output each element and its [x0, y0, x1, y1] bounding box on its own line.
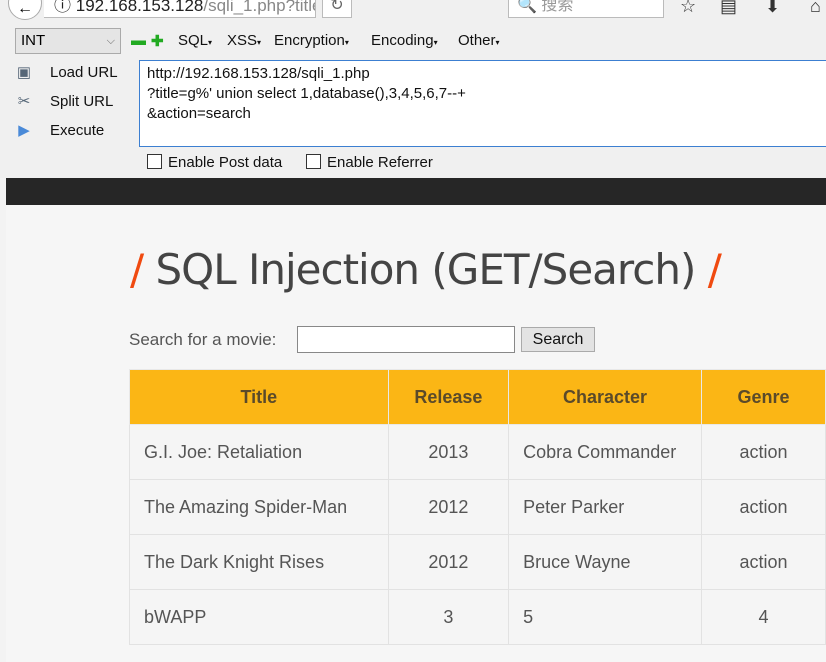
page-title: / SQL Injection (GET/Search) /	[130, 245, 722, 294]
menu-label: Other	[458, 32, 496, 49]
cell-title: The Amazing Spider-Man	[129, 479, 389, 535]
back-button[interactable]: ←	[8, 0, 42, 20]
cell-release: 2012	[387, 534, 510, 590]
browser-toolbar: ← ⓘ 192.168.153.128/sqli_1.php?title=g%%…	[0, 0, 826, 22]
address-path: /sqli_1.php?title=g%%27?	[203, 0, 315, 15]
url-line: &action=search	[147, 105, 251, 122]
menu-encryption[interactable]: Encryption▾	[274, 32, 349, 49]
cell-character: 5	[508, 589, 702, 645]
column-header: Genre	[700, 369, 826, 425]
cell-genre: action	[700, 479, 826, 535]
menu-sql[interactable]: SQL▾	[178, 32, 212, 49]
table-header: Title Release Character Genre	[129, 369, 826, 425]
column-header: Release	[387, 369, 510, 425]
url-line: ?title=g%' union select 1,database(),3,4…	[147, 85, 466, 102]
page-content: / SQL Injection (GET/Search) / Search fo…	[6, 205, 826, 662]
scissors-icon: ✂	[17, 93, 31, 110]
cell-title: bWAPP	[129, 589, 389, 645]
menu-label: SQL	[178, 32, 209, 49]
page-title-text: SQL Injection (GET/Search)	[155, 245, 697, 294]
split-url-button[interactable]: ✂ Split URL	[14, 92, 114, 110]
reading-list-icon[interactable]: ▤	[720, 0, 737, 17]
checkbox-box[interactable]	[306, 154, 321, 169]
address-host: 192.168.153.128	[75, 0, 204, 15]
plus-icon[interactable]: ✚	[151, 32, 164, 50]
play-icon: ▶	[18, 122, 30, 139]
cell-character: Bruce Wayne	[508, 534, 702, 590]
menu-label: Encryption	[274, 32, 345, 49]
movie-search-input[interactable]	[297, 326, 515, 353]
search-bar[interactable]: 🔍 搜索	[508, 0, 664, 18]
split-url-label: Split URL	[50, 93, 114, 110]
menu-label: XSS	[227, 32, 258, 49]
menu-other[interactable]: Other▾	[458, 32, 500, 49]
load-url-label: Load URL	[50, 64, 118, 81]
cell-release: 2013	[387, 424, 510, 480]
home-icon[interactable]: ⌂	[810, 0, 821, 17]
cell-title: The Dark Knight Rises	[129, 534, 389, 590]
load-url-icon: ▣	[16, 64, 32, 81]
type-select-value: INT	[21, 32, 46, 49]
site-header-bar	[6, 178, 826, 205]
cell-genre: action	[700, 424, 826, 480]
cell-release: 2012	[387, 479, 510, 535]
cell-character: Cobra Commander	[508, 424, 702, 480]
execute-label: Execute	[50, 122, 105, 139]
url-textarea[interactable]: http://192.168.153.128/sqli_1.php ?title…	[139, 60, 826, 147]
hackbar: INT ⌵ ▬ ✚ SQL▾ XSS▾ Encryption▾ Encoding▾…	[0, 22, 826, 178]
enable-referrer-checkbox[interactable]: Enable Referrer	[306, 154, 433, 171]
cell-character: Peter Parker	[508, 479, 702, 535]
enable-post-checkbox[interactable]: Enable Post data	[147, 154, 282, 171]
download-icon[interactable]: ⬇	[765, 0, 780, 17]
column-header: Title	[129, 369, 389, 425]
search-placeholder: 搜索	[541, 0, 574, 14]
table-row: G.I. Joe: Retaliation 2013 Cobra Commander…	[129, 424, 826, 480]
url-line: http://192.168.153.128/sqli_1.php	[147, 65, 370, 82]
table-row: bWAPP 3 5 4	[129, 589, 826, 645]
enable-referrer-label: Enable Referrer	[327, 154, 433, 171]
load-url-button[interactable]: ▣ Load URL	[14, 63, 118, 81]
cell-genre: action	[700, 534, 826, 590]
enable-post-label: Enable Post data	[168, 154, 283, 171]
table-row: The Amazing Spider-Man 2012 Peter Parker ac…	[129, 479, 826, 535]
chevron-down-icon: ⌵	[106, 35, 115, 47]
search-label: Search for a movie:	[129, 330, 277, 349]
minus-icon[interactable]: ▬	[131, 32, 146, 49]
bookmark-star-icon[interactable]: ☆	[680, 0, 696, 17]
menu-encoding[interactable]: Encoding▾	[371, 32, 438, 49]
checkbox-box[interactable]	[147, 154, 162, 169]
cell-title: G.I. Joe: Retaliation	[129, 424, 389, 480]
address-bar[interactable]: ⓘ 192.168.153.128/sqli_1.php?title=g%%27…	[44, 0, 316, 18]
table-row: The Dark Knight Rises 2012 Bruce Wayne acti…	[129, 534, 826, 590]
cell-release: 3	[387, 589, 510, 645]
menu-xss[interactable]: XSS▾	[227, 32, 261, 49]
search-button[interactable]: Search	[521, 327, 595, 352]
execute-button[interactable]: ▶ Execute	[14, 121, 104, 139]
movies-table: Title Release Character Genre G.I. Joe: …	[129, 369, 826, 645]
menu-label: Encoding	[371, 32, 434, 49]
column-header: Character	[508, 369, 702, 425]
reload-icon[interactable]: ↻	[322, 0, 352, 18]
cell-genre: 4	[700, 589, 826, 645]
type-select[interactable]: INT ⌵	[15, 28, 121, 54]
